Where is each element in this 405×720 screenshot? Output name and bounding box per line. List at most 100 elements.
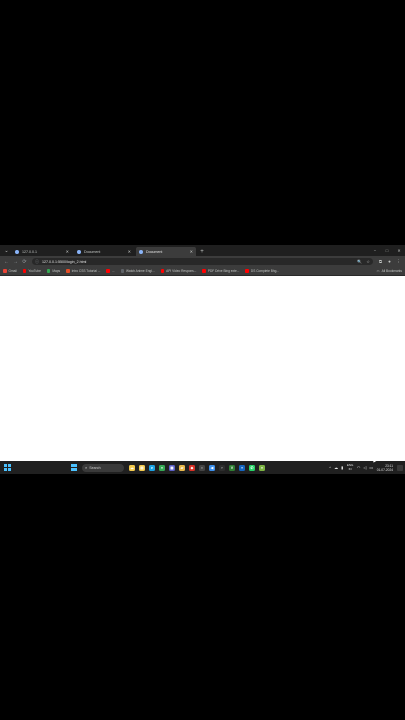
globe-icon xyxy=(139,249,143,254)
battery-icon[interactable]: ▭ xyxy=(369,465,373,470)
region-code: IN xyxy=(348,466,352,471)
start-button[interactable] xyxy=(70,463,79,472)
extensions-icon[interactable]: ⧉ xyxy=(376,257,385,266)
taskbar-center: ⌕ Search ☁ ▤ e ● ▦ ▰ ◆ ▪ ◀ › V ≡ ✆ ● xyxy=(69,463,267,472)
youtube-icon xyxy=(245,269,249,273)
folder-app-button[interactable]: ▰ xyxy=(178,463,187,472)
bookmarks-bar: Gmail YouTube Maps Intro CSS Tutorial ..… xyxy=(0,267,405,276)
cloud-icon[interactable]: ☁ xyxy=(334,465,338,470)
address-bar[interactable]: ⓘ 127.0.0.1:5500/login_2.html 🔍 ☆ xyxy=(32,258,373,265)
system-tray: ^ ☁ ▮ ENG IN ◠ ◁ ▭ 23:11 01-07-2024 xyxy=(328,461,403,474)
screen: ⌄ 127.0.0.1 ✕ Document ✕ Document ✕ + − … xyxy=(0,245,405,474)
zoom-icon[interactable]: 🔍 xyxy=(357,259,362,264)
app-blue-app-button[interactable]: ≡ xyxy=(238,463,247,472)
youtube-icon xyxy=(202,269,206,273)
terminal-app-button[interactable]: › xyxy=(218,463,227,472)
notification-icon[interactable] xyxy=(397,464,403,471)
close-tab-icon[interactable]: ✕ xyxy=(128,249,131,254)
weather-icon: ☁ xyxy=(129,464,135,471)
tab-title: Document xyxy=(84,249,101,254)
back-button[interactable]: ← xyxy=(2,257,11,266)
browser-tab-2[interactable]: Document ✕ xyxy=(74,247,134,256)
app-dark-app-button[interactable]: ▪ xyxy=(198,463,207,472)
forward-button[interactable]: → xyxy=(11,257,20,266)
bookmark-5[interactable]: ... xyxy=(106,269,115,273)
bookmark-label: PDF Drive Bing exte... xyxy=(207,269,240,273)
app-blue-icon: ≡ xyxy=(239,464,245,471)
wifi-icon[interactable]: ◠ xyxy=(357,465,361,470)
bookmark-anime[interactable]: Watch Anime Engl... xyxy=(120,269,155,273)
clock[interactable]: 23:11 01-07-2024 xyxy=(377,464,393,472)
tab-strip: ⌄ 127.0.0.1 ✕ Document ✕ Document ✕ + − … xyxy=(0,245,405,256)
browser-toolbar: ← → ⟳ ⓘ 127.0.0.1:5500/login_2.html 🔍 ☆ … xyxy=(0,256,405,267)
bookmark-label: Gmail xyxy=(8,269,17,273)
windows-taskbar: ⌕ Search ☁ ▤ e ● ▦ ▰ ◆ ▪ ◀ › V ≡ ✆ ● ^ ☁ ▮ ENG IN ◠ ◁… xyxy=(0,461,405,474)
app-chrome2-app-button[interactable]: ● xyxy=(258,463,267,472)
widgets-button[interactable] xyxy=(3,463,12,472)
css-icon xyxy=(66,269,70,273)
taskbar-apps: ☁ ▤ e ● ▦ ▰ ◆ ▪ ◀ › V ≡ ✆ ● xyxy=(127,463,267,472)
browser-tab-1[interactable]: 127.0.0.1 ✕ xyxy=(12,247,72,256)
language-indicator[interactable]: ENG IN xyxy=(347,463,354,471)
app-red-icon: ◆ xyxy=(189,464,195,471)
reload-button[interactable]: ⟳ xyxy=(20,257,29,266)
app-green-app-button[interactable]: V xyxy=(228,463,237,472)
youtube-icon xyxy=(106,269,110,273)
bookmark-ds-complete[interactable]: DS Complete Bhg... xyxy=(245,269,279,273)
chevron-up-icon[interactable]: ^ xyxy=(329,465,331,470)
bookmark-api-video[interactable]: API Video Respons... xyxy=(160,269,197,273)
app-chrome2-icon: ● xyxy=(259,464,265,471)
whatsapp-app-button[interactable]: ✆ xyxy=(248,463,257,472)
bookmark-label: YouTube xyxy=(28,269,41,273)
app-dark-icon: ▪ xyxy=(199,464,205,471)
window-controls: − □ ✕ xyxy=(369,245,405,256)
vscode-icon: ◀ xyxy=(209,464,215,471)
bookmark-maps[interactable]: Maps xyxy=(46,269,61,273)
chrome-app-button[interactable]: ● xyxy=(158,463,167,472)
close-tab-icon[interactable]: ✕ xyxy=(190,249,193,254)
bookmark-gmail[interactable]: Gmail xyxy=(3,269,17,273)
bookmark-label: Intro CSS Tutorial ... xyxy=(71,269,101,273)
youtube-icon xyxy=(22,269,27,273)
vscode-app-button[interactable]: ◀ xyxy=(208,463,217,472)
bookmark-label: DS Complete Bhg... xyxy=(250,269,280,273)
minimize-button[interactable]: − xyxy=(369,245,381,256)
site-info-icon[interactable]: ⓘ xyxy=(35,259,39,265)
search-label: Search xyxy=(89,465,101,470)
all-bookmarks-label: All Bookmarks xyxy=(381,269,402,273)
bookmark-intro-css[interactable]: Intro CSS Tutorial ... xyxy=(66,269,100,273)
folder-icon: ▰ xyxy=(179,464,185,471)
globe-icon xyxy=(15,249,19,254)
file-explorer-app-button[interactable]: ▤ xyxy=(138,463,147,472)
browser-tab-3-active[interactable]: Document ✕ xyxy=(136,247,196,256)
bookmark-star-icon[interactable]: ☆ xyxy=(366,259,370,264)
app-green-icon: V xyxy=(229,464,235,471)
profile-icon[interactable]: ● xyxy=(385,257,394,266)
all-bookmarks-button[interactable]: ▭ All Bookmarks xyxy=(377,269,402,273)
new-tab-button[interactable]: + xyxy=(198,247,206,256)
tab-title: Document xyxy=(146,249,163,254)
close-tab-icon[interactable]: ✕ xyxy=(66,249,69,254)
app-red-app-button[interactable]: ◆ xyxy=(188,463,197,472)
close-window-button[interactable]: ✕ xyxy=(393,245,405,256)
mic-icon[interactable]: ▮ xyxy=(341,465,343,470)
tab-search-icon[interactable]: ⌄ xyxy=(2,246,11,255)
maps-icon xyxy=(46,269,51,273)
taskbar-search[interactable]: ⌕ Search xyxy=(82,463,124,472)
store-icon: ▦ xyxy=(169,464,175,471)
edge-app-button[interactable]: e xyxy=(148,463,157,472)
maximize-button[interactable]: □ xyxy=(381,245,393,256)
volume-icon[interactable]: ◁ xyxy=(363,465,366,470)
bookmark-label: API Video Respons... xyxy=(166,269,197,273)
terminal-icon: › xyxy=(219,464,225,471)
menu-icon[interactable]: ⋮ xyxy=(394,257,403,266)
bookmark-label: Maps xyxy=(52,269,61,273)
bookmark-youtube[interactable]: YouTube xyxy=(22,269,41,273)
whatsapp-icon: ✆ xyxy=(249,464,255,471)
store-app-button[interactable]: ▦ xyxy=(168,463,177,472)
windows-icon xyxy=(4,464,11,471)
bookmark-label: Watch Anime Engl... xyxy=(126,269,155,273)
bookmark-pdf-drive[interactable]: PDF Drive Bing exte... xyxy=(202,269,239,273)
weather-app-button[interactable]: ☁ xyxy=(128,463,137,472)
page-content-blank xyxy=(0,277,405,461)
